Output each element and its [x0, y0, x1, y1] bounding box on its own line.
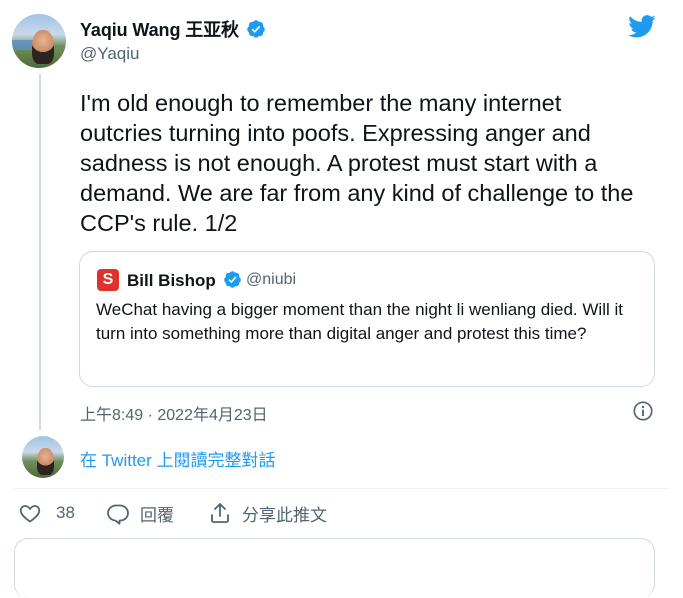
author-avatar-small[interactable] [22, 436, 64, 478]
quoted-author-name: Bill Bishop [127, 270, 242, 291]
author-handle[interactable]: @Yaqiu [80, 44, 139, 64]
divider [14, 488, 669, 489]
reply-label: 回覆 [140, 505, 174, 525]
tweet-timestamp[interactable]: 上午8:49 · 2022年4月23日 [80, 401, 268, 425]
twitter-bird-icon[interactable] [626, 12, 658, 40]
share-label: 分享此推文 [242, 505, 327, 525]
verified-badge-icon [223, 271, 241, 288]
read-full-conversation-link[interactable]: 在 Twitter 上閱讀完整對話 [80, 446, 276, 471]
quoted-author-handle: @niubi [246, 271, 297, 288]
like-count: 38 [56, 503, 75, 522]
quoted-author-name-text: Bill Bishop [127, 271, 216, 290]
share-action[interactable]: 分享此推文 [208, 500, 327, 526]
author-name-en[interactable]: Yaqiu Wang [80, 20, 180, 40]
quoted-author-avatar: S [97, 269, 119, 291]
author-name-cn[interactable]: 王亚秋 [185, 20, 239, 40]
like-action[interactable]: 38 [18, 500, 75, 526]
heart-icon[interactable] [18, 501, 42, 525]
author-avatar[interactable] [12, 14, 66, 68]
author-name[interactable]: Yaqiu Wang 王亚秋 [80, 16, 266, 42]
quoted-tweet-text: WeChat having a bigger moment than the n… [96, 300, 623, 343]
next-tweet-card-edge [14, 538, 655, 598]
info-icon[interactable] [632, 400, 654, 422]
reply-action[interactable]: 回覆 [106, 500, 174, 526]
verified-badge-icon [247, 20, 265, 38]
thread-connector-line [39, 74, 41, 430]
tweet-text: I'm old enough to remember the many inte… [80, 90, 634, 236]
quoted-tweet-card[interactable]: S Bill Bishop @niubi WeChat having a big… [79, 251, 655, 387]
share-icon[interactable] [208, 501, 232, 525]
reply-icon[interactable] [106, 501, 130, 525]
